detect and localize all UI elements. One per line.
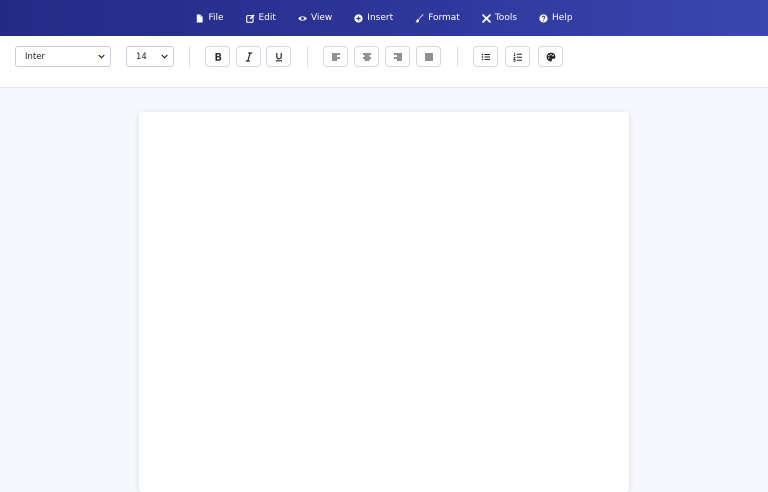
menu-format[interactable]: Format [415,13,460,23]
plus-circle-icon [354,13,363,23]
toolbar-divider [457,46,458,67]
menu-help-label: Help [552,13,573,23]
menu-tools[interactable]: Tools [482,13,517,23]
font-size-select[interactable]: 14 [126,46,174,67]
eye-icon [298,15,307,21]
toolbar-divider [189,46,190,67]
palette-icon [546,52,555,61]
chevron-down-icon [161,54,168,59]
formatting-toolbar: Inter 14 [0,36,768,88]
chevron-down-icon [98,54,105,59]
edit-icon [245,13,255,23]
menu-tools-label: Tools [494,13,518,23]
align-justify-button[interactable] [416,46,441,67]
menu-edit-label: Edit [258,13,276,23]
align-left-button[interactable] [323,46,348,67]
align-right-icon [393,52,402,61]
paintbrush-icon [415,13,424,22]
menu-file-label: File [208,13,224,23]
menu-insert[interactable]: Insert [354,13,393,23]
tools-icon [482,13,491,23]
numbered-list-icon [512,52,522,62]
bullet-list-icon [481,53,490,60]
italic-icon [245,51,252,62]
bold-icon [215,52,221,61]
menu-help[interactable]: Help [539,13,573,23]
menu-view-label: View [310,13,333,23]
font-family-value: Inter [25,51,45,62]
document-page[interactable] [139,112,629,492]
menu-file[interactable]: File [195,13,224,23]
italic-button[interactable] [236,46,261,67]
font-size-value: 14 [136,51,147,62]
menu-insert-label: Insert [367,13,394,23]
text-color-button[interactable] [538,46,563,67]
underline-button[interactable] [266,46,291,67]
align-justify-icon [424,52,433,61]
menu-view[interactable]: View [298,13,332,23]
align-center-button[interactable] [354,46,379,67]
question-circle-icon [539,13,548,23]
align-center-icon [362,52,371,61]
menu-bar: File Edit View Insert Format Tools Help [0,0,768,36]
menu-format-label: Format [428,13,460,23]
align-left-icon [331,52,340,61]
underline-icon [275,52,282,61]
numbered-list-button[interactable] [505,46,530,67]
menu-edit[interactable]: Edit [245,13,276,23]
bullet-list-button[interactable] [473,46,498,67]
toolbar-divider [307,46,308,67]
align-right-button[interactable] [385,46,410,67]
font-family-select[interactable]: Inter [15,46,111,67]
file-icon [197,13,204,23]
bold-button[interactable] [205,46,230,67]
